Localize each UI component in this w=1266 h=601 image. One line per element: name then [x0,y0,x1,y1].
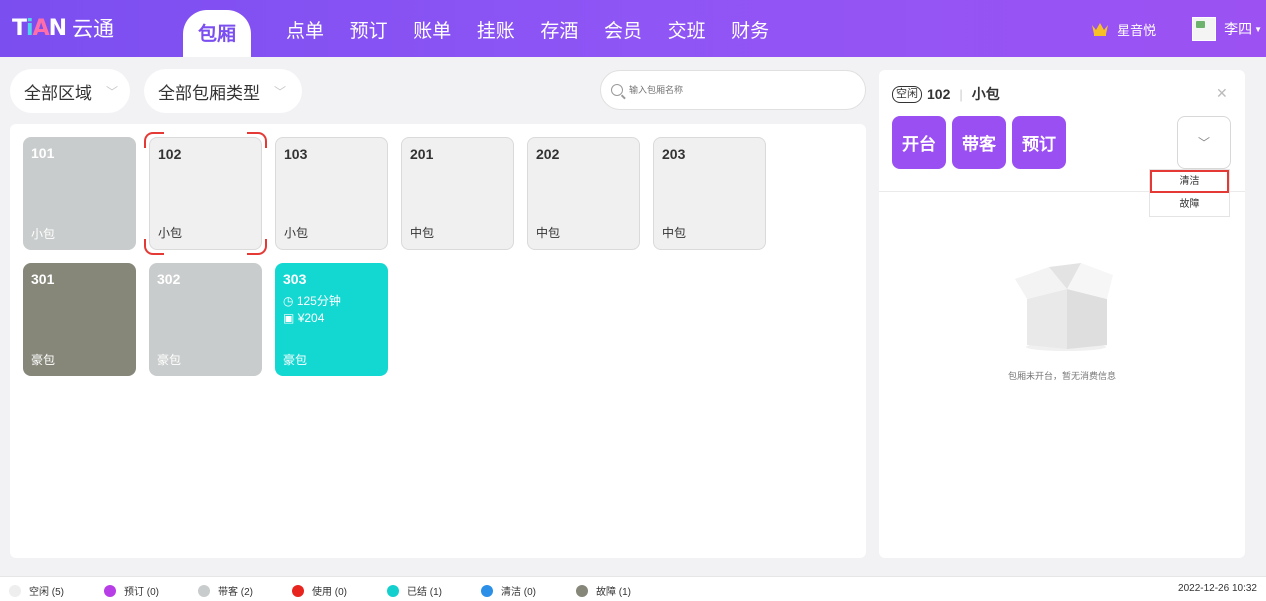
room-card-301[interactable]: 301 豪包 [23,263,136,376]
empty-state-text: 包厢未开台，暂无消费信息 [1007,371,1116,381]
room-card-202[interactable]: 202 中包 [527,137,640,250]
room-card-201[interactable]: 201 中包 [401,137,514,250]
legend-item-cleaning: 清洁 (0) [481,583,536,598]
room-type-select-value: 全部包厢类型 [158,83,260,103]
top-header: TiAN 云通 包厢 点单 预订 账单 挂账 存酒 会员 交班 财务 星音悦 李… [0,0,1266,57]
room-card-303[interactable]: 303 ◷ 125分钟 ▣ ¥204 豪包 [275,263,388,376]
rooms-panel: 101 小包 102 小包 103 小包 201 中包 202 中包 203 中… [10,124,866,558]
area-select[interactable]: 全部区域 ﹀ [10,69,130,113]
room-type: 豪包 [157,353,182,367]
room-number: 101 [31,145,55,161]
more-actions-menu: 清洁 故障 [1149,169,1230,217]
room-number: 201 [410,146,434,162]
selection-corner [247,132,267,148]
bring-guest-button[interactable]: 带客 [952,116,1006,169]
legend-item-reserved: 预订 (0) [104,583,159,598]
selection-corner [144,132,164,148]
nav-item-bills[interactable]: 账单 [413,18,477,46]
legend-dot [387,584,399,597]
more-actions-button[interactable]: ﹀ [1177,116,1231,169]
room-card-103[interactable]: 103 小包 [275,137,388,250]
nav-item-members[interactable]: 会员 [604,18,668,46]
status-footer: 空闲 (5) 预订 (0) 带客 (2) 使用 (0) 已结 (1) 清洁 (0… [0,576,1266,601]
room-type: 中包 [662,226,687,240]
legend-dot [9,584,21,597]
room-card-101[interactable]: 101 小包 [23,137,136,250]
caret-down-icon[interactable]: ▼ [1254,25,1262,34]
chevron-down-icon: ﹀ [1197,136,1210,150]
room-card-102[interactable]: 102 小包 [149,137,262,250]
legend-dot [198,584,210,597]
room-number: 103 [284,146,308,162]
legend-item-guest: 带客 (2) [198,583,253,598]
room-card-302[interactable]: 302 豪包 [149,263,262,376]
empty-box-icon [1015,263,1113,351]
main-nav: 点单 预订 账单 挂账 存酒 会员 交班 财务 [286,18,795,46]
nav-item-credit[interactable]: 挂账 [477,18,541,46]
room-type: 小包 [284,226,309,240]
room-amount: ▣ ¥204 [283,311,325,325]
avatar[interactable] [1192,17,1217,41]
room-type: 豪包 [31,353,56,367]
clock-icon: ◷ [283,294,294,308]
reserve-button[interactable]: 预订 [1012,116,1066,169]
detail-room-number: 102 [927,86,951,102]
store-name[interactable]: 星音悦 [1117,20,1156,39]
nav-item-wine-storage[interactable]: 存酒 [540,18,604,46]
tab-rooms[interactable]: 包厢 [183,10,251,57]
legend-item-settled: 已结 (1) [387,583,442,598]
app-logo: TiAN 云通 [12,14,114,42]
chevron-down-icon: ﹀ [106,84,119,99]
selection-corner [247,239,267,255]
room-type: 中包 [410,226,435,240]
legend-dot [576,584,588,597]
logo-mark: TiAN [12,15,67,41]
legend-dot [292,584,304,597]
user-area: 星音悦 李四 ▼ [1091,12,1266,46]
room-number: 302 [157,271,181,287]
nav-item-reservation[interactable]: 预订 [350,18,414,46]
detail-room-type: 小包 [971,86,1000,102]
divider: | [959,86,963,102]
room-number: 102 [158,146,182,162]
legend-item-in-use: 使用 (0) [292,583,347,598]
room-search[interactable] [600,70,866,110]
room-number: 303 [283,271,307,287]
chevron-down-icon: ﹀ [274,84,287,99]
search-icon [611,84,623,96]
legend-item-fault: 故障 (1) [576,583,631,598]
open-table-button[interactable]: 开台 [892,116,946,169]
logo-text: 云通 [72,18,115,41]
current-datetime: 2022-12-26 10:32 [1178,583,1257,594]
detail-header: 空闲 102 | 小包 [892,84,1000,104]
legend-dot [481,584,493,597]
room-number: 202 [536,146,560,162]
room-type: 小包 [31,227,56,241]
room-type: 豪包 [283,353,308,367]
crown-icon [1092,23,1109,36]
room-type: 中包 [536,226,561,240]
bill-icon: ▣ [283,311,295,325]
room-card-203[interactable]: 203 中包 [653,137,766,250]
nav-item-shift[interactable]: 交班 [668,18,732,46]
menu-item-clean[interactable]: 清洁 [1150,170,1229,193]
legend-item-idle: 空闲 (5) [9,583,64,598]
menu-item-fault[interactable]: 故障 [1150,193,1229,216]
legend-dot [104,584,116,597]
close-icon[interactable]: ✕ [1216,85,1228,102]
room-number: 301 [31,271,55,287]
nav-item-finance[interactable]: 财务 [731,18,795,46]
room-number: 203 [662,146,686,162]
room-duration: ◷ 125分钟 [283,294,341,308]
area-select-value: 全部区域 [24,83,92,103]
room-detail-panel: 空闲 102 | 小包 ✕ 开台 带客 预订 ﹀ 清洁 故障 包厢未开台，暂无消… [879,70,1245,558]
user-name[interactable]: 李四 [1224,19,1252,39]
selection-corner [144,239,164,255]
search-input[interactable] [629,85,849,95]
room-type-select[interactable]: 全部包厢类型 ﹀ [144,69,302,113]
status-badge: 空闲 [892,85,922,103]
nav-item-order[interactable]: 点单 [286,18,350,46]
